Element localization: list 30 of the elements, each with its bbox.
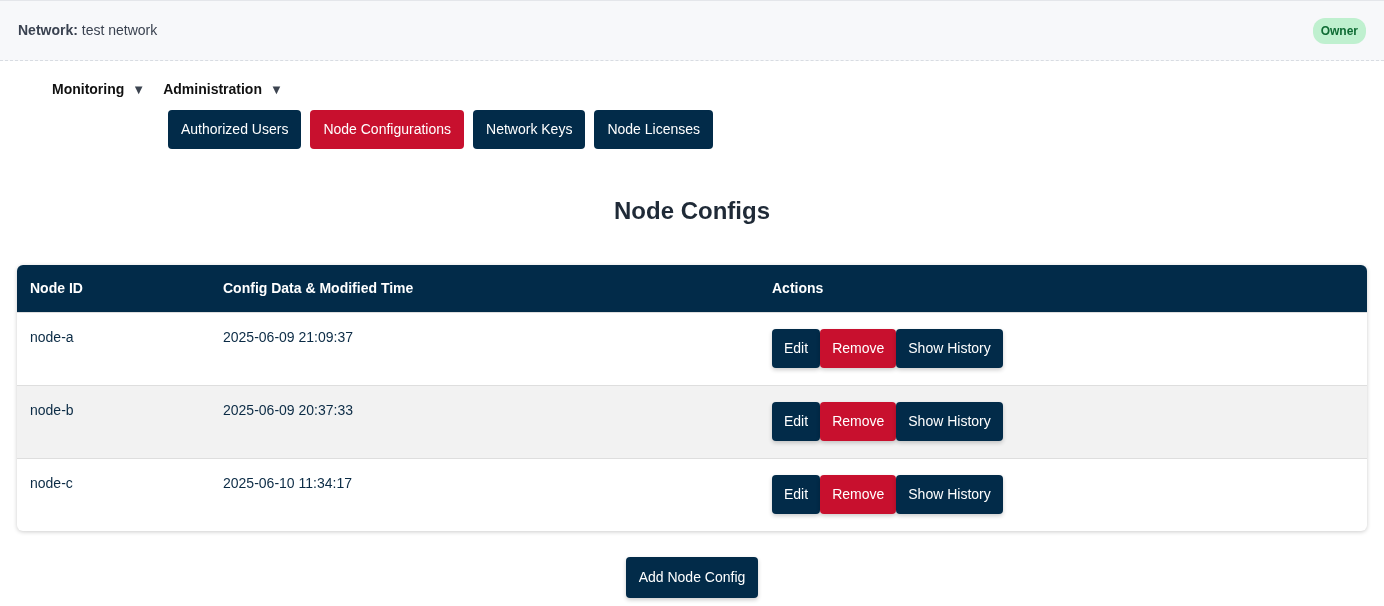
action-button[interactable]: Edit	[772, 329, 821, 368]
remove-button[interactable]: Remove	[820, 402, 897, 441]
menu-item[interactable]: Administration	[163, 81, 262, 97]
remove-button[interactable]: Remove	[820, 475, 897, 514]
action-button[interactable]: Show History	[896, 475, 1003, 514]
action-button[interactable]: Edit	[772, 402, 821, 441]
action-button[interactable]: Show History	[896, 402, 1003, 441]
network-label: Network: test network	[18, 21, 158, 40]
caret-icon: ▼	[269, 82, 283, 97]
action-button[interactable]: Edit	[772, 475, 821, 514]
table-cell-text: node-a	[29, 328, 75, 347]
table-cell-text: node-c	[29, 474, 74, 493]
menu-item[interactable]: Monitoring	[52, 81, 125, 97]
tab[interactable]: Network Keys	[473, 110, 586, 149]
table-cell-text: 2025-06-09 21:09:37	[223, 328, 354, 347]
remove-button[interactable]: Remove	[820, 329, 897, 368]
column-header: Config Data & Modified Time	[223, 279, 415, 298]
caret-icon: ▼	[132, 82, 146, 97]
tab[interactable]: Node Configurations	[310, 110, 465, 149]
page-title: Node Configs	[613, 196, 771, 226]
role-badge: Owner	[1312, 17, 1366, 44]
table-cell-text: 2025-06-09 20:37:33	[223, 401, 354, 420]
column-header: Node ID	[29, 279, 84, 298]
table-cell-text: node-b	[29, 401, 75, 420]
add-node-config-button[interactable]: Add Node Config	[625, 557, 759, 598]
column-header: Actions	[772, 279, 825, 298]
tab[interactable]: Authorized Users	[168, 110, 302, 149]
tab[interactable]: Node Licenses	[594, 110, 713, 149]
action-button[interactable]: Show History	[896, 329, 1003, 368]
table-cell-text: 2025-06-10 11:34:17	[223, 474, 353, 493]
